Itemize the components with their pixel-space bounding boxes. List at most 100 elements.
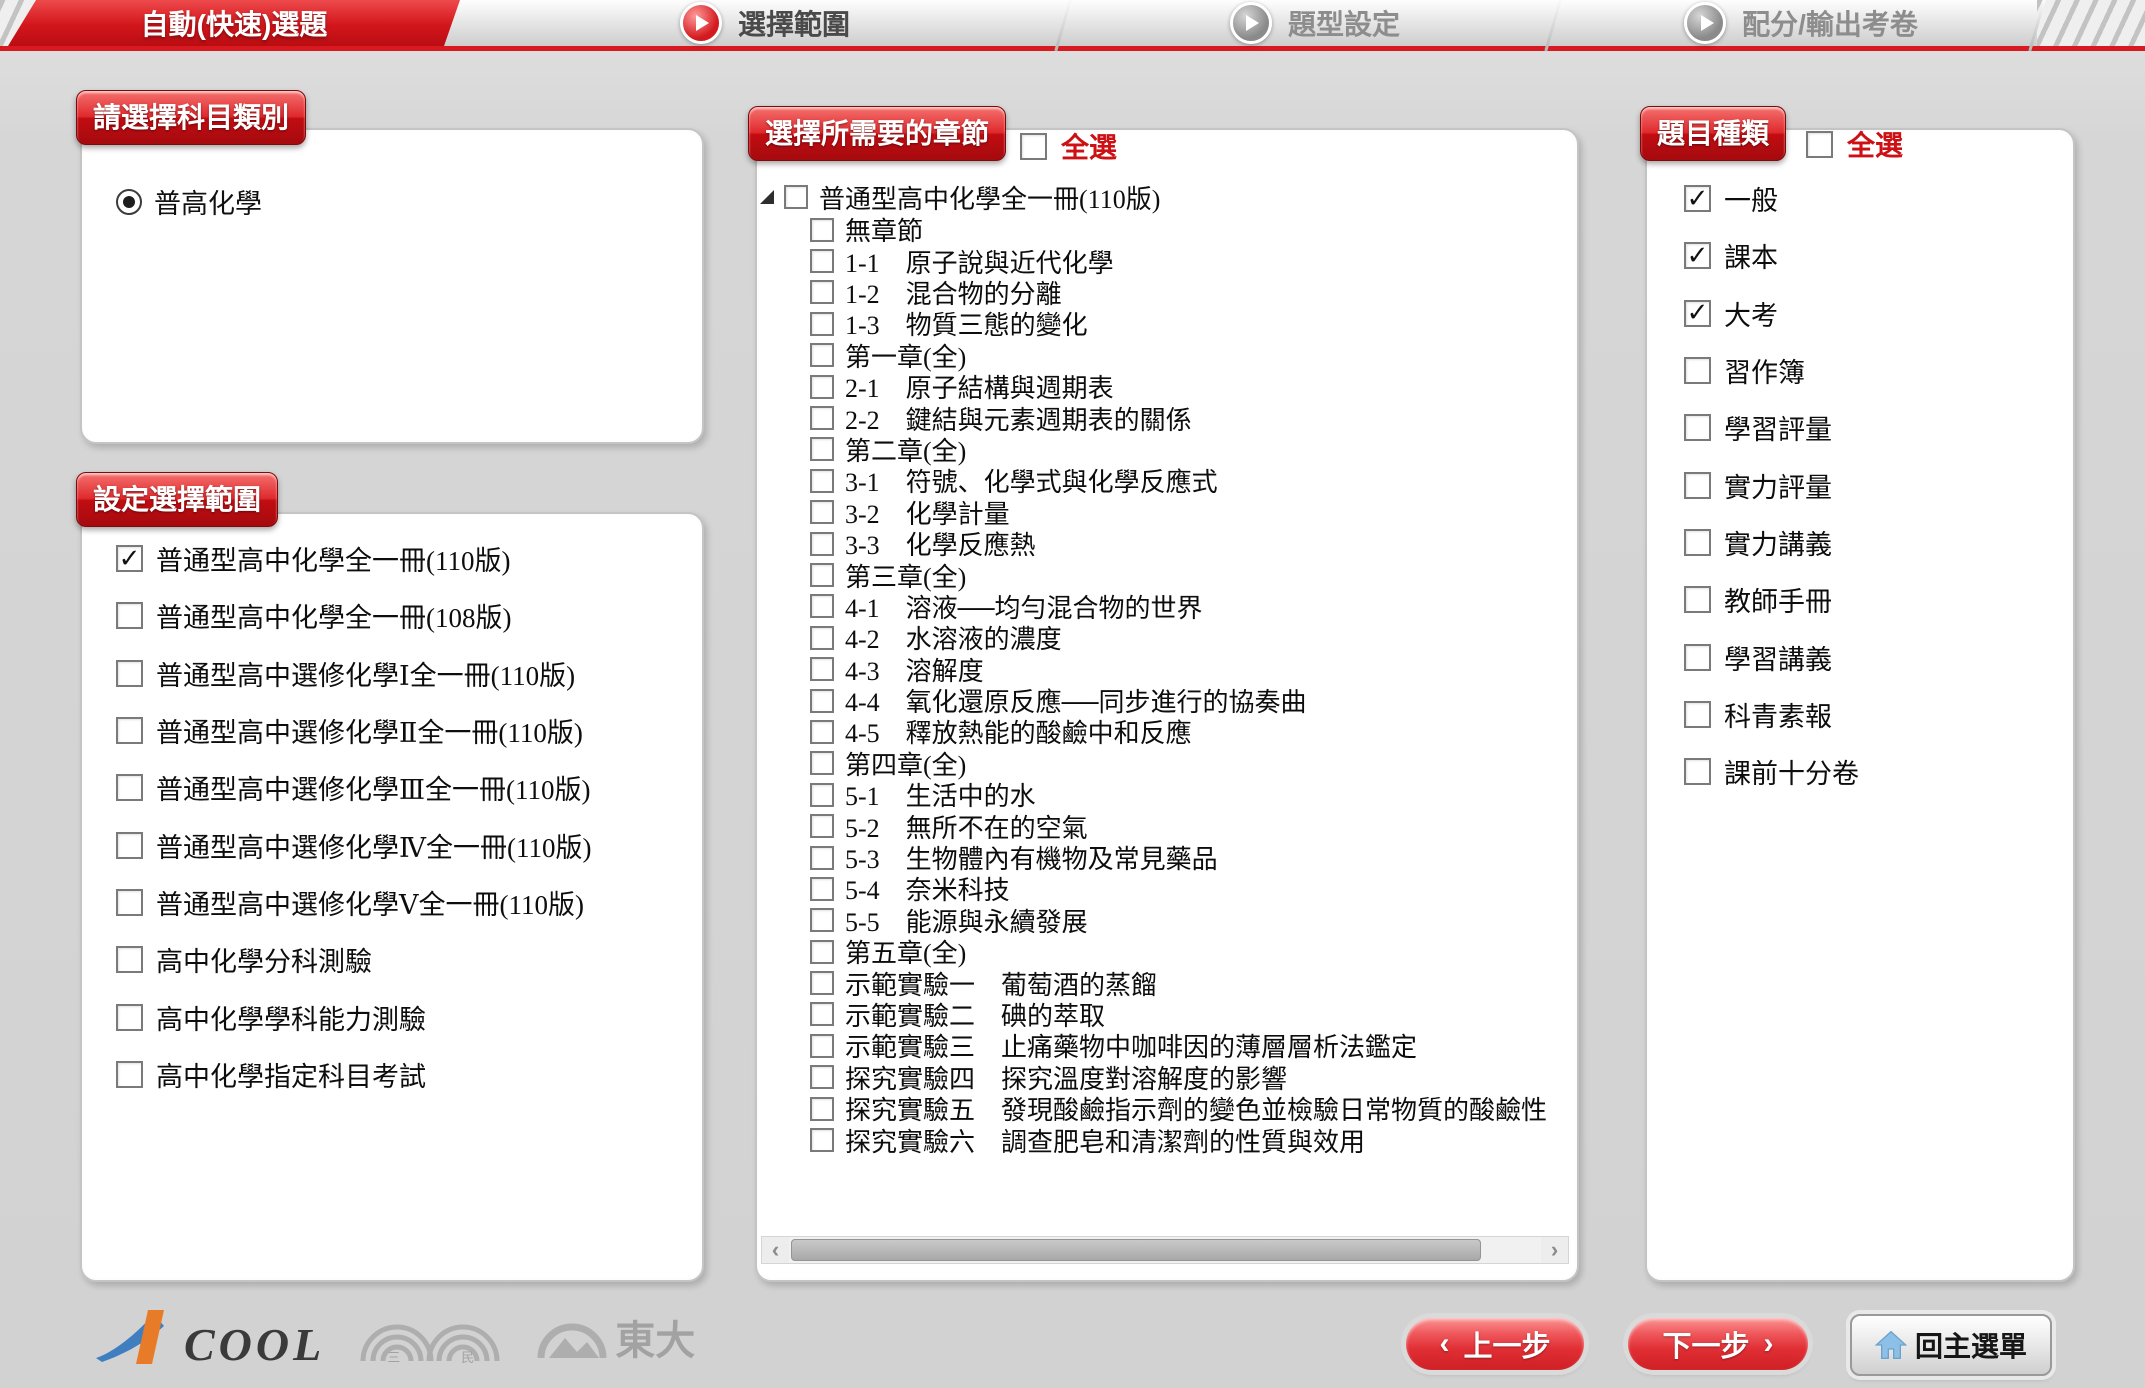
tree-node-checkbox[interactable] xyxy=(810,406,834,430)
type-select-all-checkbox[interactable] xyxy=(1806,131,1833,158)
tab-label: 選擇範圍 xyxy=(738,3,850,43)
book-label: 普通型高中選修化學Ⅲ全一冊(110版) xyxy=(156,768,591,807)
tree-node-checkbox[interactable] xyxy=(810,343,834,367)
type-checkbox[interactable] xyxy=(1684,414,1711,441)
tree-children: 無章節1-1 原子說與近代化學1-2 混合物的分離1-3 物質三態的變化第一章(… xyxy=(810,214,1562,1156)
book-checkbox[interactable] xyxy=(116,774,143,801)
book-label: 普通型高中化學全一冊(108版) xyxy=(156,596,511,635)
book-checkbox[interactable] xyxy=(116,1004,143,1031)
type-checkbox[interactable] xyxy=(1684,758,1711,785)
tab-label: 題型設定 xyxy=(1288,3,1400,43)
sanmin-logo: 三 民 xyxy=(355,1303,505,1372)
chapter-panel-title: 選擇所需要的章節 xyxy=(748,106,1006,161)
tree-node-checkbox[interactable] xyxy=(810,249,834,273)
book-checkbox[interactable] xyxy=(116,832,143,859)
type-checklist: ✓一般✓課本✓大考習作簿學習評量實力評量實力講義教師手冊學習講義科青素報課前十分… xyxy=(1684,170,2064,800)
type-row: 實力講義 xyxy=(1684,514,2064,571)
tree-row: 4-4 氧化還原反應──同步進行的協奏曲 xyxy=(810,685,1562,716)
book-checkbox[interactable] xyxy=(116,602,143,629)
book-row: 普通型高中選修化學Ⅱ全一冊(110版) xyxy=(116,702,691,759)
chevron-right-icon: › xyxy=(1764,1329,1774,1359)
tree-row: 1-3 物質三態的變化 xyxy=(810,308,1562,339)
chapter-select-all-label: 全選 xyxy=(1061,126,1117,166)
book-checkbox[interactable]: ✓ xyxy=(116,545,143,572)
tree-row: 示範實驗三 止痛藥物中咖啡因的薄層層析法鑑定 xyxy=(810,1030,1562,1061)
scroll-right-icon[interactable]: › xyxy=(1541,1237,1568,1263)
tree-node-checkbox[interactable] xyxy=(810,940,834,964)
tree-node-checkbox[interactable] xyxy=(810,469,834,493)
type-label: 實力講義 xyxy=(1724,523,1832,562)
tree-node-checkbox[interactable] xyxy=(810,783,834,807)
tree-row: 第三章(全) xyxy=(810,559,1562,590)
tree-node-checkbox[interactable] xyxy=(810,375,834,399)
chevron-left-icon: ‹ xyxy=(1439,1329,1449,1359)
tree-node-checkbox[interactable] xyxy=(810,1097,834,1121)
tree-node-checkbox[interactable] xyxy=(810,563,834,587)
type-checkbox[interactable]: ✓ xyxy=(1684,185,1711,212)
type-row: ✓一般 xyxy=(1684,170,2064,227)
subject-category-panel xyxy=(80,128,704,444)
chapter-horizontal-scrollbar[interactable]: ‹ › xyxy=(761,1236,1569,1264)
tree-node-checkbox[interactable] xyxy=(810,814,834,838)
scrollbar-thumb[interactable] xyxy=(791,1239,1481,1261)
scroll-left-icon[interactable]: ‹ xyxy=(762,1237,789,1263)
tree-node-checkbox[interactable] xyxy=(810,532,834,556)
book-checkbox[interactable] xyxy=(116,1061,143,1088)
book-checkbox[interactable] xyxy=(116,946,143,973)
tree-node-checkbox[interactable] xyxy=(810,1002,834,1026)
type-checkbox[interactable] xyxy=(1684,586,1711,613)
tungta-logo: 東大 xyxy=(535,1308,695,1366)
book-checkbox[interactable] xyxy=(116,889,143,916)
back-to-main-menu-button[interactable]: 回主選單 xyxy=(1850,1314,2052,1376)
type-row: 科青素報 xyxy=(1684,686,2064,743)
tree-node-checkbox[interactable] xyxy=(810,846,834,870)
tree-row: 3-1 符號、化學式與化學反應式 xyxy=(810,465,1562,496)
prev-step-button[interactable]: ‹ 上一步 xyxy=(1406,1318,1584,1370)
tree-node-checkbox[interactable] xyxy=(810,657,834,681)
type-checkbox[interactable] xyxy=(1684,644,1711,671)
tree-node-checkbox[interactable] xyxy=(810,437,834,461)
book-row: 普通型高中選修化學Ⅰ全一冊(110版) xyxy=(116,645,691,702)
tree-node-checkbox[interactable] xyxy=(810,1128,834,1152)
book-row: 普通型高中選修化學Ⅴ全一冊(110版) xyxy=(116,874,691,931)
chapter-select-all-checkbox[interactable] xyxy=(1020,133,1047,160)
subject-radio[interactable] xyxy=(116,189,142,215)
tree-node-checkbox[interactable] xyxy=(810,1065,834,1089)
type-checkbox[interactable]: ✓ xyxy=(1684,300,1711,327)
tree-node-checkbox[interactable] xyxy=(810,312,834,336)
tree-node-checkbox[interactable] xyxy=(810,689,834,713)
next-step-button[interactable]: 下一步 › xyxy=(1628,1318,1808,1370)
type-row: 學習講義 xyxy=(1684,628,2064,685)
tree-row: 2-2 鍵結與元素週期表的關係 xyxy=(810,402,1562,433)
tree-expander-icon[interactable] xyxy=(760,190,774,204)
book-checkbox[interactable] xyxy=(116,717,143,744)
tree-node-checkbox[interactable] xyxy=(810,280,834,304)
tree-root-checkbox[interactable] xyxy=(784,185,808,209)
tree-node-checkbox[interactable] xyxy=(810,751,834,775)
tree-node-checkbox[interactable] xyxy=(810,1034,834,1058)
type-checkbox[interactable] xyxy=(1684,529,1711,556)
type-checkbox[interactable] xyxy=(1684,357,1711,384)
tab-question-type-setting[interactable]: 題型設定 xyxy=(1080,0,1550,46)
tree-row: 3-2 化學計量 xyxy=(810,497,1562,528)
tree-node-checkbox[interactable] xyxy=(810,594,834,618)
book-row: 高中化學學科能力測驗 xyxy=(116,988,691,1045)
type-checkbox[interactable] xyxy=(1684,701,1711,728)
tree-node-checkbox[interactable] xyxy=(810,877,834,901)
tab-select-range[interactable]: 選擇範圍 xyxy=(470,0,1060,46)
tree-node-checkbox[interactable] xyxy=(810,720,834,744)
tree-node-checkbox[interactable] xyxy=(810,908,834,932)
tree-node-checkbox[interactable] xyxy=(810,971,834,995)
tree-node-checkbox[interactable] xyxy=(810,500,834,524)
tab-auto-quick-select[interactable]: 自動(快速)選題 xyxy=(8,0,460,46)
subject-panel-title: 請選擇科目類別 xyxy=(76,90,306,145)
type-checkbox[interactable] xyxy=(1684,472,1711,499)
tree-row: 探究實驗五 發現酸鹼指示劑的變色並檢驗日常物質的酸鹼性 xyxy=(810,1093,1562,1124)
tab-score-output[interactable]: 配分/輸出考卷 xyxy=(1568,0,2034,46)
type-checkbox[interactable]: ✓ xyxy=(1684,242,1711,269)
book-checkbox[interactable] xyxy=(116,660,143,687)
book-label: 高中化學分科測驗 xyxy=(156,940,372,979)
book-row: 普通型高中化學全一冊(108版) xyxy=(116,587,691,644)
tree-node-checkbox[interactable] xyxy=(810,626,834,650)
tree-node-checkbox[interactable] xyxy=(810,218,834,242)
